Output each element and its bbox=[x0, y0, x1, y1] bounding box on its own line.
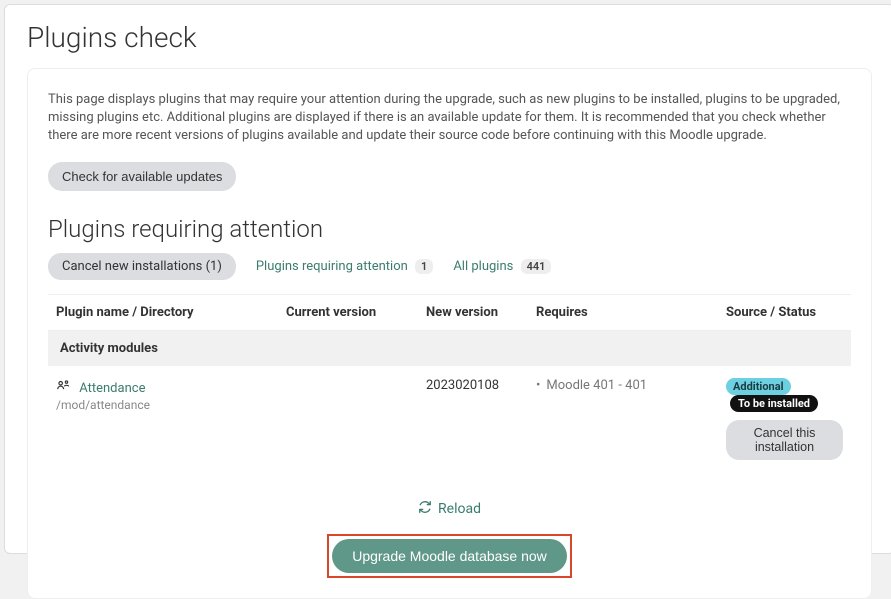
main-card: This page displays plugins that may requ… bbox=[27, 68, 872, 599]
badge-additional: Additional bbox=[726, 378, 791, 395]
cancel-installation-button[interactable]: Cancel this installation bbox=[726, 420, 843, 460]
th-plugin-name: Plugin name / Directory bbox=[48, 294, 278, 330]
tab-requiring-attention-count: 1 bbox=[415, 259, 433, 274]
tab-cancel-new-installations[interactable]: Cancel new installations (1) bbox=[48, 253, 236, 280]
plugin-name-cell: Attendance bbox=[56, 378, 270, 396]
tab-all-plugins-count: 441 bbox=[521, 259, 552, 274]
plugin-name[interactable]: Attendance bbox=[79, 381, 145, 396]
footer-actions: Reload Upgrade Moodle database now bbox=[48, 500, 851, 578]
requires-item: • Moodle 401 - 401 bbox=[536, 378, 647, 393]
tab-requiring-attention-label: Plugins requiring attention bbox=[256, 259, 408, 274]
refresh-icon bbox=[418, 500, 432, 518]
section-title: Plugins requiring attention bbox=[48, 215, 851, 243]
filter-tabs: Cancel new installations (1) Plugins req… bbox=[48, 253, 851, 280]
plugins-table: Plugin name / Directory Current version … bbox=[48, 294, 851, 472]
plugin-group-label: Activity modules bbox=[48, 330, 851, 366]
reload-link[interactable]: Reload bbox=[418, 500, 481, 518]
activity-icon bbox=[56, 381, 73, 396]
tab-all-plugins[interactable]: All plugins 441 bbox=[453, 259, 551, 274]
upgrade-database-button[interactable]: Upgrade Moodle database now bbox=[332, 539, 567, 573]
requires-text: Moodle 401 - 401 bbox=[546, 378, 647, 393]
current-version bbox=[278, 366, 418, 472]
th-new-version: New version bbox=[418, 294, 528, 330]
th-requires: Requires bbox=[528, 294, 718, 330]
tab-requiring-attention[interactable]: Plugins requiring attention 1 bbox=[256, 259, 433, 274]
th-current-version: Current version bbox=[278, 294, 418, 330]
reload-label: Reload bbox=[438, 501, 481, 517]
tab-all-plugins-label: All plugins bbox=[453, 259, 513, 274]
plugin-directory: /mod/attendance bbox=[56, 398, 270, 412]
table-row: Attendance /mod/attendance 2023020108 • M… bbox=[48, 366, 851, 472]
page-title: Plugins check bbox=[27, 21, 872, 54]
badge-to-be-installed: To be installed bbox=[730, 395, 818, 412]
page-container: Plugins check This page displays plugins… bbox=[4, 4, 891, 554]
highlight-frame: Upgrade Moodle database now bbox=[327, 534, 572, 578]
check-updates-button[interactable]: Check for available updates bbox=[48, 162, 236, 191]
bullet-icon: • bbox=[536, 378, 540, 393]
th-status: Source / Status bbox=[718, 294, 851, 330]
new-version: 2023020108 bbox=[418, 366, 528, 472]
intro-text: This page displays plugins that may requ… bbox=[48, 91, 851, 146]
plugin-group-row: Activity modules bbox=[48, 330, 851, 366]
